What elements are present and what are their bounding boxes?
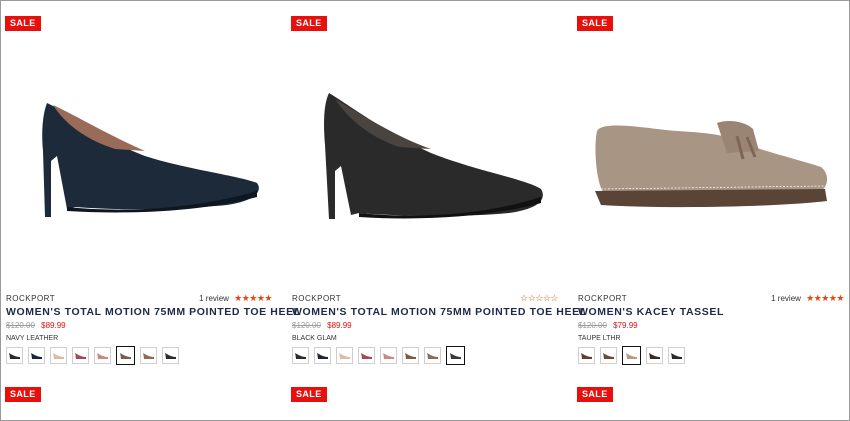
product-card[interactable]: SALE ROCKPORT 1 review ★★★★★ WOMEN'S TOT… — [5, 1, 300, 420]
color-swatch[interactable] — [292, 347, 309, 364]
color-name: TAUPE LTHR — [578, 335, 621, 342]
star-rating-icon: ★★★★★ — [806, 293, 844, 303]
color-swatch[interactable] — [622, 346, 641, 365]
brand-name: ROCKPORT — [578, 294, 628, 303]
price-row: $120.00 $89.99 — [292, 321, 352, 330]
color-swatch[interactable] — [668, 347, 685, 364]
sale-price: $89.99 — [327, 321, 352, 330]
product-title[interactable]: WOMEN'S TOTAL MOTION 75MM POINTED TOE HE… — [6, 306, 301, 318]
sale-badge: SALE — [5, 16, 41, 31]
color-swatches — [6, 346, 179, 365]
product-card[interactable]: SALE ROCKPORT 1 review ★★★★★ WOMEN'S KAC… — [577, 1, 849, 420]
color-swatches — [292, 346, 465, 365]
color-swatch[interactable] — [446, 346, 465, 365]
brand-row: ROCKPORT ☆☆☆☆☆ — [292, 293, 558, 306]
color-swatch[interactable] — [28, 347, 45, 364]
star-rating-icon: ★★★★★ — [234, 293, 272, 303]
star-rating-empty-icon: ☆☆☆☆☆ — [520, 293, 558, 303]
color-swatch[interactable] — [336, 347, 353, 364]
original-price: $120.00 — [6, 321, 35, 330]
brand-name: ROCKPORT — [292, 294, 342, 303]
color-swatches — [578, 346, 685, 365]
brand-row: ROCKPORT 1 review ★★★★★ — [6, 293, 272, 306]
color-swatch[interactable] — [424, 347, 441, 364]
product-image[interactable] — [291, 41, 563, 281]
color-name: BLACK GLAM — [292, 335, 337, 342]
color-swatch[interactable] — [358, 347, 375, 364]
color-name: NAVY LEATHER — [6, 335, 59, 342]
color-swatch[interactable] — [646, 347, 663, 364]
sale-badge: SALE — [577, 387, 613, 402]
review-count: 1 review — [771, 294, 801, 303]
product-image[interactable] — [577, 41, 849, 281]
product-grid: SALE ROCKPORT 1 review ★★★★★ WOMEN'S TOT… — [0, 0, 850, 421]
price-row: $120.00 $89.99 — [6, 321, 66, 330]
rating[interactable]: 1 review ★★★★★ — [771, 293, 844, 304]
sale-badge: SALE — [291, 387, 327, 402]
color-swatch[interactable] — [50, 347, 67, 364]
sale-badge: SALE — [577, 16, 613, 31]
brand-row: ROCKPORT 1 review ★★★★★ — [578, 293, 844, 306]
color-swatch[interactable] — [402, 347, 419, 364]
color-swatch[interactable] — [116, 346, 135, 365]
color-swatch[interactable] — [72, 347, 89, 364]
rating[interactable]: 1 review ★★★★★ — [199, 293, 272, 304]
product-title[interactable]: WOMEN'S KACEY TASSEL — [578, 306, 724, 318]
price-row: $120.00 $79.99 — [578, 321, 638, 330]
color-swatch[interactable] — [94, 347, 111, 364]
color-swatch[interactable] — [600, 347, 617, 364]
original-price: $120.00 — [292, 321, 321, 330]
product-image[interactable] — [5, 41, 277, 281]
sale-price: $89.99 — [41, 321, 66, 330]
rating[interactable]: ☆☆☆☆☆ — [517, 293, 558, 304]
color-swatch[interactable] — [6, 347, 23, 364]
original-price: $120.00 — [578, 321, 607, 330]
color-swatch[interactable] — [162, 347, 179, 364]
review-count: 1 review — [199, 294, 229, 303]
product-card[interactable]: SALE ROCKPORT ☆☆☆☆☆ WOMEN'S TOTAL MOTION… — [291, 1, 586, 420]
color-swatch[interactable] — [380, 347, 397, 364]
sale-badge: SALE — [291, 16, 327, 31]
brand-name: ROCKPORT — [6, 294, 56, 303]
color-swatch[interactable] — [314, 347, 331, 364]
color-swatch[interactable] — [578, 347, 595, 364]
product-title[interactable]: WOMEN'S TOTAL MOTION 75MM POINTED TOE HE… — [292, 306, 587, 318]
sale-badge: SALE — [5, 387, 41, 402]
sale-price: $79.99 — [613, 321, 638, 330]
color-swatch[interactable] — [140, 347, 157, 364]
